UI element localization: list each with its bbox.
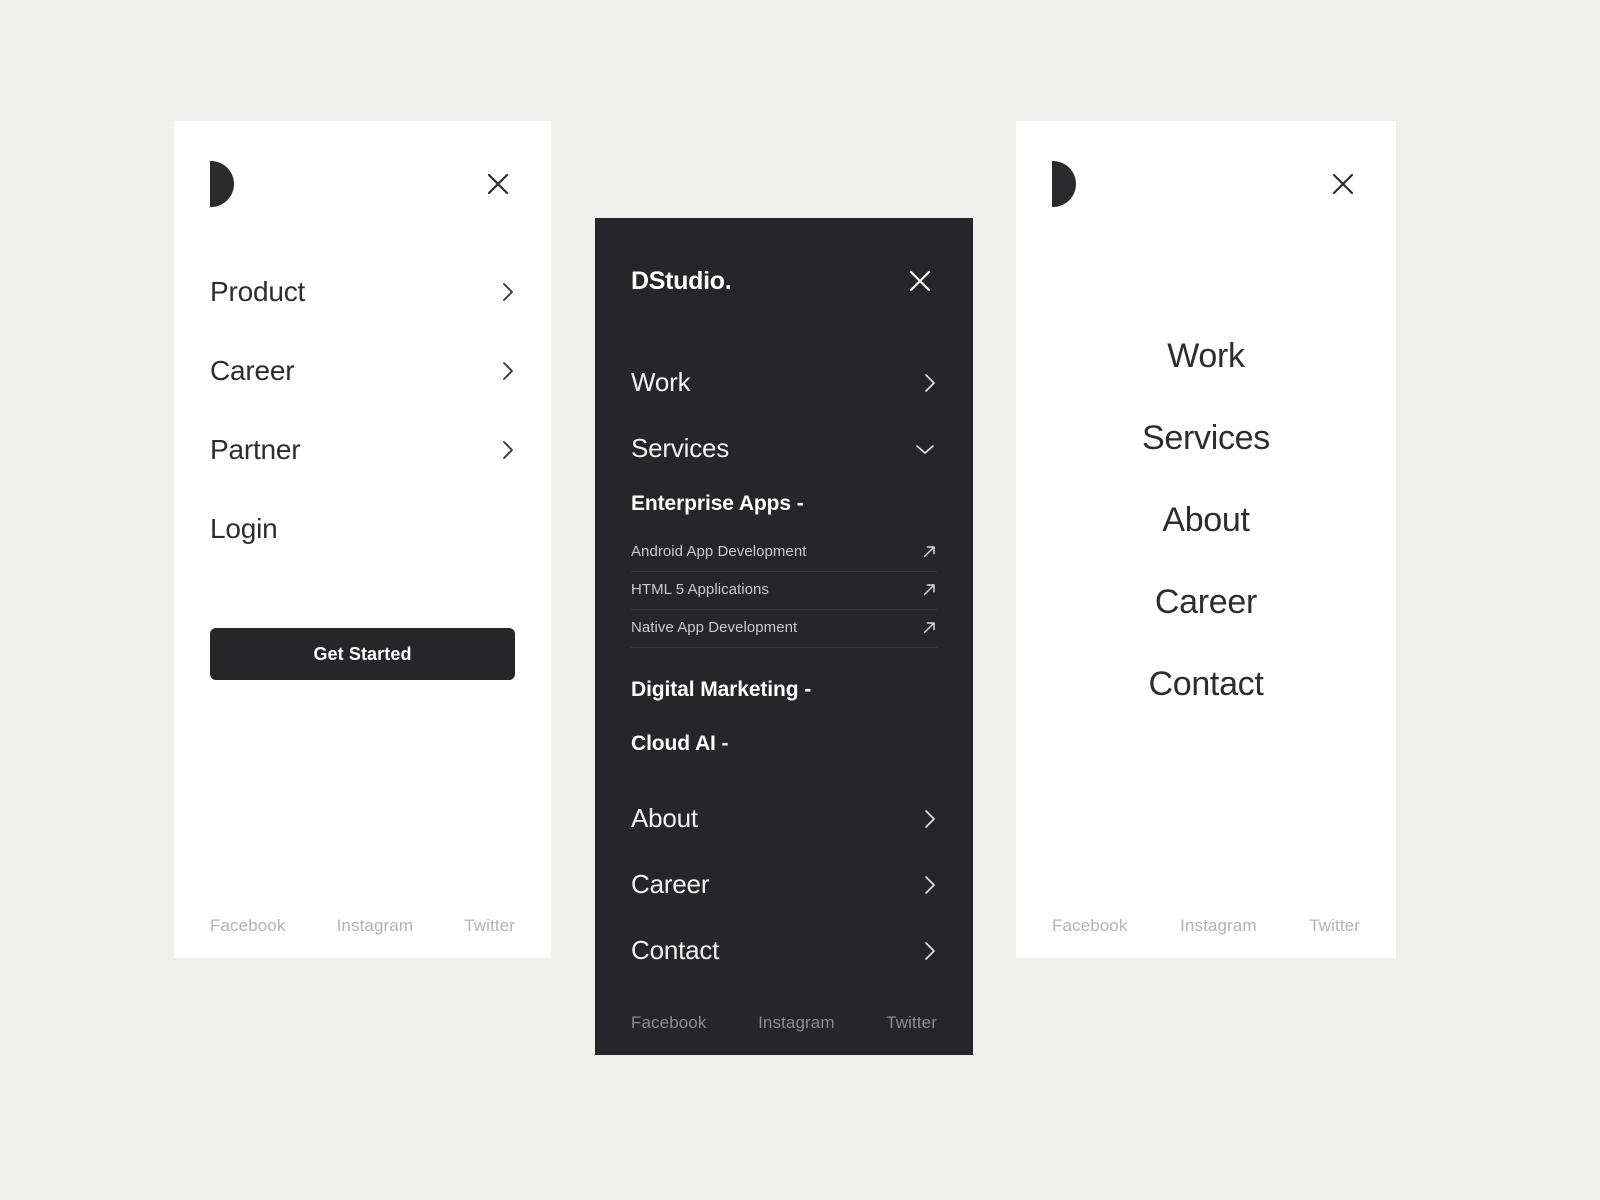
chevron-right-icon	[925, 875, 935, 894]
nav-item-contact[interactable]: Contact	[1148, 659, 1263, 710]
social-link-instagram[interactable]: Instagram	[1180, 916, 1257, 936]
nav-item-label: Product	[210, 276, 306, 307]
nav-item-label: Partner	[210, 434, 301, 465]
arrow-up-right-icon	[923, 622, 935, 634]
flex-spacer	[631, 994, 937, 1013]
social-link-facebook[interactable]: Facebook	[1052, 916, 1127, 936]
social-link-twitter[interactable]: Twitter	[464, 916, 515, 936]
nav-item-product[interactable]: Product	[210, 267, 515, 317]
nav-item-label: Contact	[1148, 665, 1264, 703]
chevron-right-icon	[925, 373, 935, 392]
centered-nav-list: Work Services About Career Contact	[1052, 331, 1360, 710]
nav-item-career[interactable]: Career	[210, 346, 515, 396]
submenu-item-html5-applications[interactable]: HTML 5 Applications	[631, 572, 937, 610]
nav-item-label: Career	[631, 869, 710, 899]
close-x-icon[interactable]	[481, 167, 515, 201]
nav-item-label: Work	[631, 367, 691, 397]
submenu-item-android-app-development[interactable]: Android App Development	[631, 534, 937, 572]
arrow-up-right-icon	[923, 546, 935, 558]
cta-container: Get Started	[210, 628, 515, 680]
social-link-instagram[interactable]: Instagram	[758, 1013, 835, 1033]
nav-item-work[interactable]: Work	[631, 360, 937, 405]
nav-item-services[interactable]: Services	[1142, 413, 1270, 464]
submenu-item-label: Android App Development	[631, 543, 807, 560]
panel-header: DStudio.	[631, 244, 937, 318]
nav-item-label: Career	[1154, 583, 1258, 621]
social-footer: Facebook Instagram Twitter	[631, 1013, 937, 1055]
submenu-item-label: Native App Development	[631, 619, 798, 636]
arrow-up-right-icon	[923, 584, 935, 596]
half-circle-d-logo-icon[interactable]	[1052, 161, 1076, 207]
close-x-icon[interactable]	[1326, 167, 1360, 201]
chevron-right-icon	[503, 441, 513, 459]
nav-item-label: Work	[1167, 337, 1245, 375]
nav-item-work[interactable]: Work	[1167, 331, 1245, 382]
nav-item-about[interactable]: About	[1162, 495, 1250, 546]
social-link-facebook[interactable]: Facebook	[210, 916, 285, 936]
mobile-menu-panel-centered: Work Services About Career Contact Faceb…	[1016, 121, 1396, 958]
submenu-group-heading-cloud-ai[interactable]: Cloud AI -	[631, 732, 937, 756]
nav-item-contact[interactable]: Contact	[631, 928, 937, 973]
submenu-item-native-app-development[interactable]: Native App Development	[631, 610, 937, 648]
chevron-down-icon	[916, 444, 934, 454]
mobile-menu-panel-collapsed: Product Career Partner Login Get Started…	[174, 121, 551, 958]
panel-header	[1052, 147, 1360, 221]
primary-nav-list: Product Career Partner Login	[210, 267, 515, 554]
nav-item-login[interactable]: Login	[210, 504, 515, 554]
nav-item-career[interactable]: Career	[1155, 577, 1257, 628]
social-link-instagram[interactable]: Instagram	[337, 916, 414, 936]
nav-item-label: Services	[1142, 419, 1270, 457]
mobile-menu-panel-expanded: DStudio. Work Services Enterprise Apps -…	[595, 218, 973, 1055]
nav-item-label: About	[1162, 501, 1250, 539]
brand-wordmark[interactable]: DStudio.	[631, 267, 732, 296]
chevron-right-icon	[925, 809, 935, 828]
submenu-group-heading-digital-marketing[interactable]: Digital Marketing -	[631, 678, 937, 702]
nav-item-career[interactable]: Career	[631, 862, 937, 907]
chevron-right-icon	[503, 283, 513, 301]
social-link-facebook[interactable]: Facebook	[631, 1013, 706, 1033]
canvas: Product Career Partner Login Get Started…	[0, 0, 1600, 1200]
nav-item-partner[interactable]: Partner	[210, 425, 515, 475]
nav-item-label: Career	[210, 355, 295, 386]
social-link-twitter[interactable]: Twitter	[1309, 916, 1360, 936]
panel-header	[210, 147, 515, 221]
nav-item-label: About	[631, 803, 698, 833]
chevron-right-icon	[503, 362, 513, 380]
nav-item-label: Login	[210, 513, 278, 544]
submenu-item-label: HTML 5 Applications	[631, 581, 769, 598]
social-footer: Facebook Instagram Twitter	[210, 916, 515, 958]
flex-spacer	[1052, 710, 1360, 916]
nav-item-services[interactable]: Services	[631, 426, 937, 471]
services-submenu: Enterprise Apps - Android App Developmen…	[631, 492, 937, 756]
half-circle-d-logo-icon[interactable]	[210, 161, 234, 207]
nav-item-label: Contact	[631, 935, 720, 965]
primary-nav-list: Work Services Enterprise Apps - Android …	[631, 360, 937, 994]
flex-spacer	[210, 680, 515, 916]
get-started-button[interactable]: Get Started	[210, 628, 515, 680]
chevron-right-icon	[925, 941, 935, 960]
social-footer: Facebook Instagram Twitter	[1052, 916, 1360, 958]
close-x-icon[interactable]	[903, 264, 937, 298]
nav-item-about[interactable]: About	[631, 796, 937, 841]
nav-item-label: Services	[631, 433, 730, 463]
social-link-twitter[interactable]: Twitter	[886, 1013, 937, 1033]
submenu-group-heading-enterprise-apps[interactable]: Enterprise Apps -	[631, 492, 937, 516]
